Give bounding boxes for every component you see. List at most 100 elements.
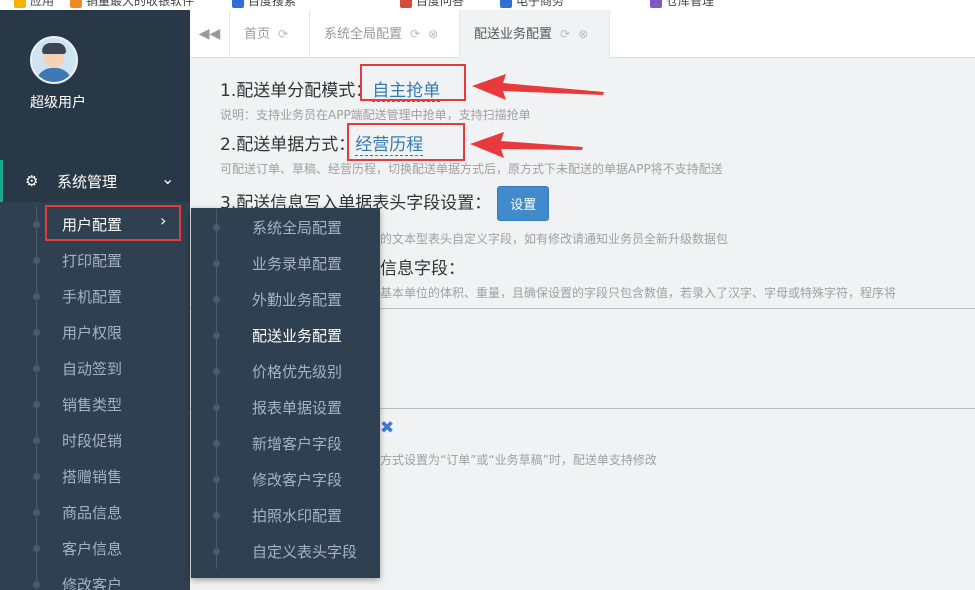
bookmark-label: 销量最大的收银软件 bbox=[86, 0, 195, 8]
sidebar-item[interactable]: 用户权限 bbox=[0, 314, 190, 350]
sidebar-item[interactable]: 搭赠销售 bbox=[0, 458, 190, 494]
sidebar-item-label: 销售类型 bbox=[62, 396, 123, 414]
tree-dot-icon bbox=[213, 296, 220, 303]
bookmark-label: 应用 bbox=[30, 0, 55, 8]
flyout-submenu: 系统全局配置 业务录单配置 外勤业务配置 配送业务配置 价格优先级别报表单据设置新增客户… bbox=[191, 208, 380, 578]
tree-dot-icon bbox=[213, 260, 220, 267]
tree-dot-icon bbox=[33, 509, 40, 516]
tree-dot-icon bbox=[33, 401, 40, 408]
sidebar-item-label: 打印配置 bbox=[62, 252, 123, 270]
flyout-item[interactable]: 自定义表头字段 bbox=[191, 533, 380, 569]
tree-dot-icon bbox=[213, 404, 220, 411]
setting-info-field: 信息字段： bbox=[380, 259, 465, 279]
sidebar-item[interactable]: 商品信息 bbox=[0, 494, 190, 530]
tree-dot-icon bbox=[213, 224, 220, 231]
sidebar-item[interactable]: 时段促销 bbox=[0, 422, 190, 458]
bookmark-label: 百度问答 bbox=[416, 0, 465, 8]
setting-note: 基本单位的体积、重量，且确保设置的字段只包含数值，若录入了汉字、字母或特殊字符，… bbox=[380, 286, 897, 300]
flyout-item[interactable]: 配送业务配置 bbox=[191, 317, 380, 353]
user-avatar-icon[interactable] bbox=[30, 36, 78, 84]
flyout-item-label: 业务录单配置 bbox=[252, 255, 343, 273]
username[interactable]: 超级用户 bbox=[30, 92, 86, 112]
flyout-item[interactable]: 系统全局配置 bbox=[191, 209, 380, 245]
sidebar-item-label: 用户权限 bbox=[62, 324, 123, 342]
flyout-item-label: 拍照水印配置 bbox=[252, 507, 343, 525]
bookmark-item[interactable]: 电子商务 bbox=[500, 0, 564, 9]
bookmark-item[interactable]: 百度搜索 bbox=[232, 0, 296, 9]
setting-note: 可配送订单、草稿、经营历程，切换配送单据方式后，原方式下未配送的单据APP将不支… bbox=[220, 162, 723, 176]
flyout-item-label: 配送业务配置 bbox=[252, 327, 343, 345]
tree-dot-icon bbox=[33, 365, 40, 372]
sidebar-item-label: 商品信息 bbox=[62, 504, 123, 522]
flyout-item[interactable]: 新增客户字段 bbox=[191, 425, 380, 461]
close-x-icon[interactable]: ✖ bbox=[380, 418, 394, 438]
bookmark-item[interactable]: 销量最大的收银软件 bbox=[70, 0, 194, 9]
setting-label: 2.配送单据方式： bbox=[220, 135, 356, 155]
bookmark-icon bbox=[650, 0, 662, 8]
refresh-icon[interactable]: ⟳ bbox=[410, 10, 420, 58]
sidebar-item-label: 修改客户 bbox=[62, 576, 123, 590]
nav-group-system-management[interactable]: ⚙ 系统管理 ⌄ bbox=[0, 160, 190, 202]
tab-label: 配送业务配置 bbox=[474, 27, 553, 42]
sidebar-item[interactable]: 销售类型 bbox=[0, 386, 190, 422]
sidebar-item[interactable]: 打印配置 bbox=[0, 242, 190, 278]
bookmark-apps[interactable]: 应用 bbox=[14, 0, 54, 9]
setting-note: 说明：支持业务员在APP端配送管理中抢单，支持扫描抢单 bbox=[220, 108, 531, 122]
bookmark-item[interactable]: 仓库管理 bbox=[650, 0, 714, 9]
nav-group-label: 系统管理 bbox=[57, 173, 118, 191]
tab-system-global-config[interactable]: 系统全局配置 ⟳ ⊗ bbox=[310, 10, 460, 58]
sidebar-item[interactable]: 修改客户 bbox=[0, 566, 190, 590]
tab-bar: ◀◀ 首页 ⟳ 系统全局配置 ⟳ ⊗ 配送业务配置 ⟳ ⊗ bbox=[190, 10, 975, 58]
tab-label: 系统全局配置 bbox=[324, 27, 403, 42]
bookmark-label: 仓库管理 bbox=[666, 0, 715, 8]
sidebar-item-label: 搭赠销售 bbox=[62, 468, 123, 486]
refresh-icon[interactable]: ⟳ bbox=[278, 10, 288, 58]
sidebar-item-label: 手机配置 bbox=[62, 288, 123, 306]
flyout-item-label: 自定义表头字段 bbox=[252, 543, 358, 561]
tree-dot-icon bbox=[213, 548, 220, 555]
flyout-item-label: 修改客户字段 bbox=[252, 471, 343, 489]
flyout-item[interactable]: 业务录单配置 bbox=[191, 245, 380, 281]
sidebar-item-label: 自动签到 bbox=[62, 360, 123, 378]
set-button[interactable]: 设置 bbox=[497, 186, 550, 221]
sidebar-item[interactable]: 自动签到 bbox=[0, 350, 190, 386]
flyout-item[interactable]: 拍照水印配置 bbox=[191, 497, 380, 533]
flyout-item-label: 价格优先级别 bbox=[252, 363, 343, 381]
annotation-box bbox=[360, 64, 466, 101]
flyout-item[interactable]: 价格优先级别 bbox=[191, 353, 380, 389]
tree-dot-icon bbox=[213, 440, 220, 447]
flyout-item[interactable]: 修改客户字段 bbox=[191, 461, 380, 497]
tree-dot-icon bbox=[33, 437, 40, 444]
tree-dot-icon bbox=[213, 368, 220, 375]
refresh-icon[interactable]: ⟳ bbox=[560, 10, 570, 58]
gears-icon: ⚙ bbox=[25, 172, 39, 190]
sidebar-item-label: 客户信息 bbox=[62, 540, 123, 558]
close-icon[interactable]: ⊗ bbox=[578, 10, 588, 58]
flyout-item[interactable]: 外勤业务配置 bbox=[191, 281, 380, 317]
bookmark-label: 电子商务 bbox=[516, 0, 565, 8]
flyout-item-label: 新增客户字段 bbox=[252, 435, 343, 453]
flyout-item-label: 系统全局配置 bbox=[252, 219, 343, 237]
bookmark-label: 百度搜索 bbox=[248, 0, 297, 8]
sidebar: 超级用户 ⚙ 系统管理 ⌄ 用户配置 › 打印配置 手机配置 用户权限 自动签到 销售类型时… bbox=[0, 10, 190, 590]
tab-scroll-left-icon[interactable]: ◀◀ bbox=[190, 10, 230, 58]
flyout-item-label: 外勤业务配置 bbox=[252, 291, 343, 309]
sidebar-item[interactable]: 手机配置 bbox=[0, 278, 190, 314]
tree-dot-icon bbox=[33, 293, 40, 300]
tab-delivery-config[interactable]: 配送业务配置 ⟳ ⊗ bbox=[460, 10, 610, 58]
annotation-box bbox=[347, 123, 465, 161]
tree-dot-icon bbox=[33, 473, 40, 480]
setting-label: 1.配送单分配模式： bbox=[220, 81, 373, 101]
tree-dot-icon bbox=[213, 512, 220, 519]
tab-home[interactable]: 首页 ⟳ bbox=[230, 10, 310, 58]
tree-dot-icon bbox=[33, 581, 40, 588]
apps-icon bbox=[14, 0, 26, 8]
setting-note: 方式设置为“订单”或“业务草稿”时，配送单支持修改 bbox=[380, 453, 657, 467]
bookmark-icon bbox=[232, 0, 244, 8]
bookmark-item[interactable]: 百度问答 bbox=[400, 0, 464, 9]
close-icon[interactable]: ⊗ bbox=[428, 10, 438, 58]
sidebar-item[interactable]: 客户信息 bbox=[0, 530, 190, 566]
tab-label: 首页 bbox=[244, 27, 271, 42]
flyout-item[interactable]: 报表单据设置 bbox=[191, 389, 380, 425]
tree-dot-icon bbox=[213, 476, 220, 483]
